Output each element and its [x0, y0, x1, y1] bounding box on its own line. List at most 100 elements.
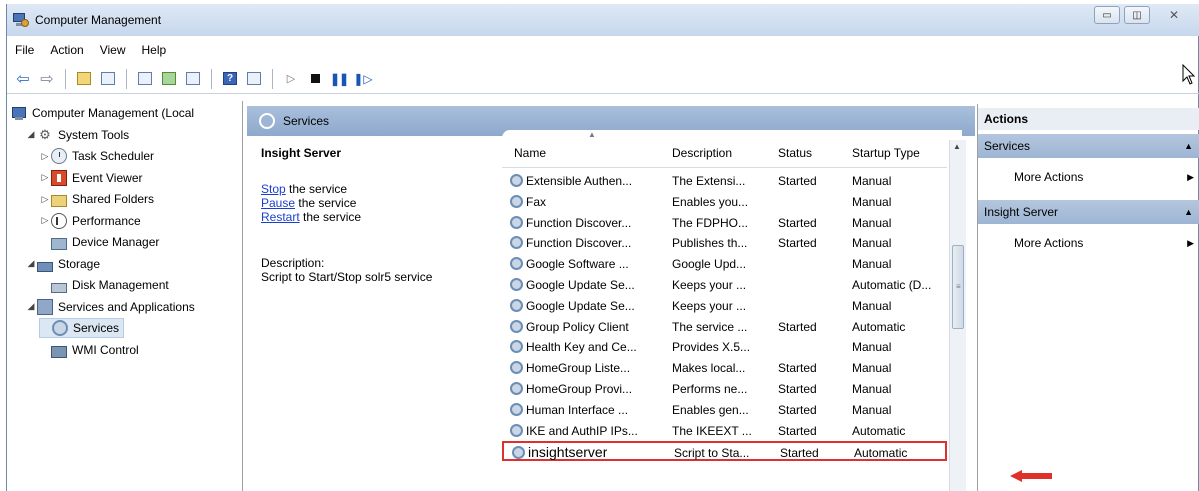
pause-service-icon[interactable]: ❚❚ — [329, 69, 349, 89]
tree-item-task-scheduler[interactable]: ▷ Task Scheduler — [39, 146, 154, 166]
service-row[interactable]: Google Software ... Google Upd... Manual — [502, 254, 947, 274]
menu-view[interactable]: View — [92, 43, 134, 57]
collapsed-icon[interactable]: ▷ — [39, 172, 51, 183]
services-list: ▲ Name Description Status Startup Type ▲ ≡ … — [502, 130, 966, 491]
maximize-button[interactable]: ◫ — [1124, 6, 1150, 24]
expanded-icon[interactable]: ◢ — [25, 301, 37, 312]
tree-item-device-manager[interactable]: Device Manager — [39, 232, 159, 252]
restart-service-icon[interactable]: ❚▷ — [353, 69, 373, 89]
tree-item-services[interactable]: Services — [39, 318, 125, 338]
cell-startup: Manual — [852, 257, 891, 271]
cell-text: Manual — [852, 194, 892, 209]
more-actions-insight-server[interactable]: More Actions ▶ — [1014, 236, 1194, 250]
stop-service-icon[interactable] — [305, 69, 325, 89]
cell-text: Group Policy Client — [526, 319, 629, 334]
collapse-icon[interactable]: ▲ — [1184, 207, 1193, 217]
toolbar-separator — [65, 68, 66, 89]
refresh-icon[interactable] — [159, 69, 179, 89]
properties-icon[interactable] — [135, 69, 155, 89]
service-row[interactable]: Group Policy Client The service ... Starte… — [502, 317, 947, 337]
tree-item-computer-management-local[interactable]: Computer Management (Local — [11, 103, 194, 123]
cell-text: Started — [778, 361, 817, 376]
up-folder-icon[interactable] — [74, 69, 94, 89]
expanded-icon[interactable]: ◢ — [25, 129, 37, 140]
actions-section-insight-server[interactable]: Insight Server ▲ — [978, 200, 1199, 224]
column-header-name[interactable]: Name — [514, 146, 546, 160]
close-button[interactable]: ✕ — [1154, 6, 1194, 24]
service-row[interactable]: Fax Enables you... Manual — [502, 192, 947, 212]
forward-icon[interactable]: ⇨ — [37, 69, 57, 89]
cell-startup: Automatic — [854, 446, 907, 460]
collapsed-icon[interactable]: ▷ — [39, 194, 51, 205]
back-icon[interactable]: ⇦ — [13, 69, 33, 89]
tree-item-storage[interactable]: ◢ Storage — [25, 254, 100, 274]
pause-service-link[interactable]: Pause — [261, 196, 295, 210]
service-row[interactable]: HomeGroup Liste... Makes local... Started M… — [502, 358, 947, 378]
cell-text: Manual — [852, 174, 892, 188]
service-row[interactable]: Human Interface ... Enables gen... Started… — [502, 400, 947, 420]
service-row[interactable]: IKE and AuthIP IPs... The IKEEXT ... Start… — [502, 421, 947, 441]
start-service-icon[interactable]: ▷ — [281, 69, 301, 89]
service-row-highlighted[interactable]: insightserver Script to Sta... Started Auto… — [502, 441, 947, 462]
export-list-icon[interactable] — [183, 69, 203, 89]
tree-item-services-and-applications[interactable]: ◢ Services and Applications — [25, 297, 195, 317]
service-row[interactable]: Function Discover... The FDPHO... Started M… — [502, 213, 947, 233]
column-header-startup-type[interactable]: Startup Type — [852, 146, 920, 160]
service-row[interactable]: Google Update Se... Keeps your ... Manual — [502, 296, 947, 316]
menu-help[interactable]: Help — [134, 43, 175, 57]
menu-file[interactable]: File — [7, 43, 42, 57]
cell-name: HomeGroup Liste... — [510, 361, 630, 375]
service-gear-icon — [510, 340, 523, 354]
service-row[interactable]: Function Discover... Publishes th... Start… — [502, 233, 947, 253]
show-hide-tree-icon[interactable] — [98, 69, 118, 89]
more-actions-services[interactable]: More Actions ▶ — [1014, 170, 1194, 184]
computer-management-window: Computer Management ▭ ◫ ✕ File Action Vi… — [6, 4, 1199, 491]
tree-item-label: WMI Control — [72, 342, 139, 357]
collapsed-icon[interactable]: ▷ — [39, 215, 51, 226]
cell-name: insightserver — [512, 444, 607, 460]
title-bar[interactable]: Computer Management ▭ ◫ ✕ — [7, 4, 1199, 36]
column-header-description[interactable]: Description — [672, 146, 732, 160]
window-title: Computer Management — [35, 13, 162, 27]
show-action-pane-icon[interactable] — [244, 69, 264, 89]
restart-service-link[interactable]: Restart — [261, 210, 300, 224]
tree-item-performance[interactable]: ▷ Performance — [39, 211, 141, 231]
stop-service-link[interactable]: Stop — [261, 182, 286, 196]
cell-text: Health Key and Ce... — [526, 340, 637, 355]
actions-section-services[interactable]: Services ▲ — [978, 134, 1199, 158]
tree-item-event-viewer[interactable]: ▷ Event Viewer — [39, 168, 142, 188]
column-header-status[interactable]: Status — [778, 146, 812, 160]
menu-action[interactable]: Action — [42, 43, 91, 57]
tree-item-disk-management[interactable]: Disk Management — [39, 275, 169, 295]
cell-name: Function Discover... — [510, 215, 631, 230]
cell-startup: Automatic — [852, 320, 905, 334]
tree-item-shared-folders[interactable]: ▷ Shared Folders — [39, 189, 154, 209]
tree-item-wmi-control[interactable]: WMI Control — [39, 340, 139, 360]
cell-description: Keeps your ... — [672, 299, 746, 313]
tree-item-system-tools[interactable]: ◢ ⚙ System Tools — [25, 125, 130, 145]
cell-name: HomeGroup Provi... — [510, 382, 632, 396]
service-gear-icon — [510, 423, 523, 437]
toolbar-separator — [272, 68, 273, 89]
computer-management-icon — [13, 12, 29, 28]
service-row[interactable]: HomeGroup Provi... Performs ne... Started M… — [502, 379, 947, 399]
service-row[interactable]: Health Key and Ce... Provides X.5... Manua… — [502, 337, 947, 357]
cell-text: insightserver — [528, 444, 608, 461]
service-row[interactable]: Extensible Authen... The Extensi... Starte… — [502, 171, 947, 191]
cell-status: Started — [778, 424, 817, 438]
section-title: Insight Server — [984, 205, 1059, 219]
minimize-button[interactable]: ▭ — [1094, 6, 1120, 24]
vertical-scrollbar[interactable]: ▲ ≡ — [949, 140, 966, 491]
help-icon[interactable]: ? — [220, 69, 240, 89]
collapse-icon[interactable]: ▲ — [1184, 141, 1193, 151]
cell-name: Group Policy Client — [510, 319, 629, 334]
cell-name: Google Software ... — [510, 257, 629, 271]
cell-text: Manual — [852, 257, 892, 272]
cell-text: Started — [778, 382, 817, 396]
scroll-up-icon[interactable]: ▲ — [953, 142, 961, 151]
service-row[interactable]: Google Update Se... Keeps your ... Automat… — [502, 275, 947, 295]
collapsed-icon[interactable]: ▷ — [39, 151, 51, 162]
scrollbar-thumb[interactable]: ≡ — [952, 244, 964, 329]
expanded-icon[interactable]: ◢ — [25, 258, 37, 269]
toolbar: ⇦ ⇨ ? ▷ ❚❚ ❚▷ — [7, 64, 1199, 94]
